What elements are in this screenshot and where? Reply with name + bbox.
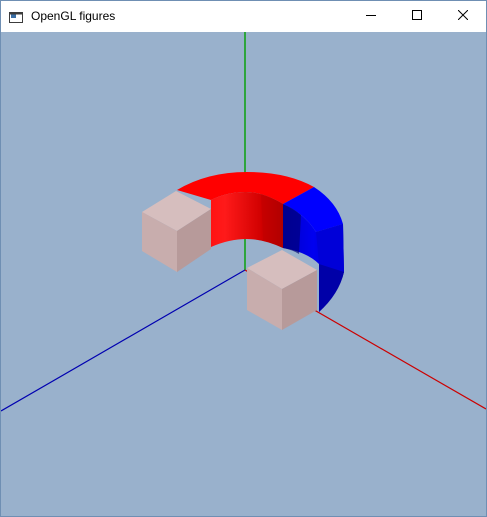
right-pole-cube (247, 250, 317, 330)
z-axis-line (1, 269, 246, 412)
minimize-icon (366, 7, 376, 25)
title-bar[interactable]: OpenGL figures (1, 1, 486, 31)
maximize-button[interactable] (394, 1, 440, 31)
close-icon (457, 7, 469, 25)
opengl-viewport[interactable] (1, 32, 486, 516)
left-pole-cube (142, 191, 211, 272)
window-app-icon (9, 10, 23, 23)
scene-canvas (1, 32, 486, 412)
app-window: OpenGL figures (0, 0, 487, 517)
close-button[interactable] (440, 1, 486, 31)
maximize-icon (412, 7, 422, 25)
window-title: OpenGL figures (31, 9, 116, 23)
minimize-button[interactable] (348, 1, 394, 31)
